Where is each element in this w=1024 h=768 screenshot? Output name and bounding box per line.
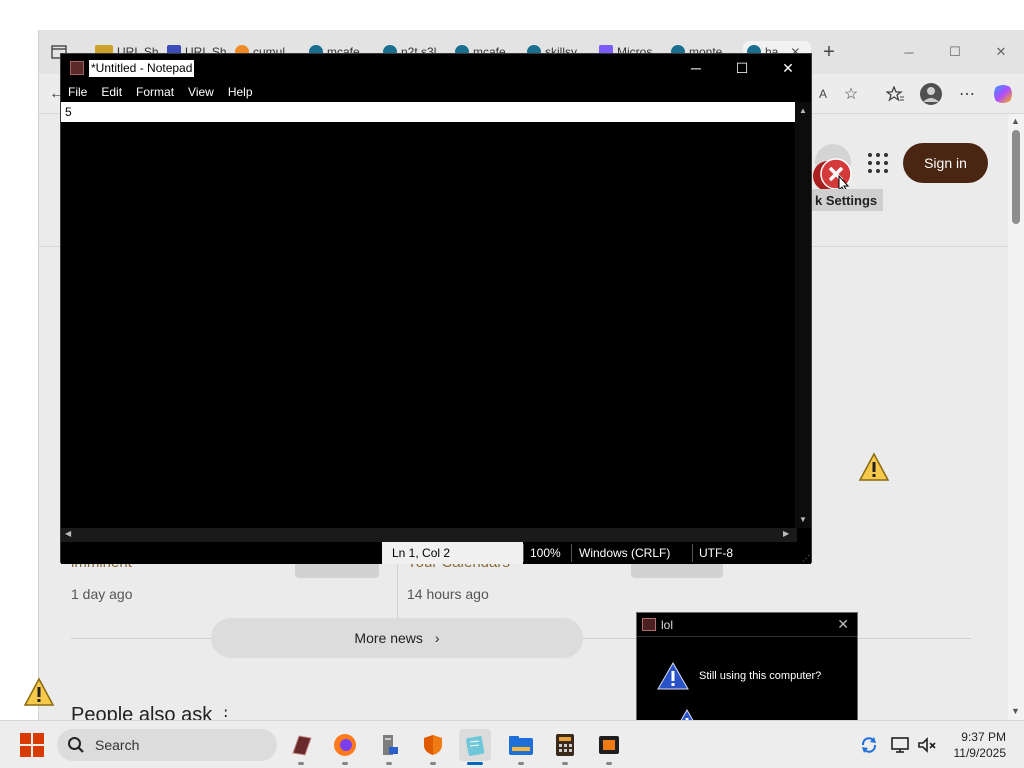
error-x-icon	[813, 158, 852, 193]
favorites-icon[interactable]	[883, 83, 907, 105]
scrollbar-thumb[interactable]	[1012, 130, 1020, 224]
notepad-editor[interactable]	[61, 122, 797, 528]
notepad-menu-bar: File Edit Format View Help	[61, 82, 811, 102]
more-vertical-icon[interactable]: ⋮	[218, 708, 234, 720]
dialog-app-icon	[642, 618, 656, 631]
scroll-up-icon[interactable]: ▲	[1011, 116, 1020, 126]
taskbar-app-server[interactable]	[373, 729, 405, 765]
folder-icon	[509, 736, 533, 755]
notepad-title: *Untitled - Notepad	[89, 60, 195, 77]
scroll-right-icon[interactable]: ▶	[783, 529, 789, 538]
network-icon[interactable]	[890, 735, 910, 755]
taskbar-app-notepad[interactable]	[459, 729, 491, 765]
taskbar-app-firefox[interactable]	[329, 729, 361, 765]
notepad-window-controls: ─ ☐ ✕	[673, 54, 811, 82]
search-icon	[68, 737, 84, 753]
maximize-icon[interactable]: ☐	[932, 38, 978, 66]
shield-icon	[424, 735, 442, 755]
browser-window-controls: ─ ☐ ✕	[886, 38, 1024, 66]
page-scrollbar[interactable]: ▲ ▼	[1008, 114, 1024, 720]
news-divider	[397, 554, 398, 624]
notepad-titlebar[interactable]: *Untitled - Notepad ─ ☐ ✕	[61, 54, 811, 82]
volume-muted-icon[interactable]	[917, 735, 937, 755]
chevron-right-icon: ›	[434, 630, 440, 646]
office-app-icon	[599, 736, 619, 754]
profile-avatar-icon[interactable]	[919, 83, 943, 105]
clock-time: 9:37 PM	[961, 730, 1006, 744]
settings-tooltip: k Settings	[809, 189, 884, 211]
close-icon[interactable]: ✕	[837, 616, 849, 633]
news-timestamp: 1 day ago	[71, 586, 133, 602]
scroll-up-icon[interactable]: ▲	[799, 106, 807, 115]
taskbar-app-file-explorer[interactable]	[505, 729, 537, 765]
menu-file[interactable]: File	[61, 82, 94, 102]
copilot-icon[interactable]	[991, 83, 1015, 105]
maximize-icon[interactable]: ☐	[719, 54, 765, 82]
more-news-label: More news	[354, 630, 423, 646]
encoding: UTF-8	[699, 546, 733, 560]
dialog-title: lol	[661, 618, 674, 632]
server-icon	[383, 735, 398, 755]
minimize-icon[interactable]: ─	[886, 38, 932, 66]
start-windows-icon[interactable]	[20, 733, 44, 757]
notepad-horizontal-scrollbar[interactable]: ◀ ▶	[61, 528, 797, 542]
warning-icon	[858, 452, 890, 481]
news-timestamp: 14 hours ago	[407, 586, 489, 602]
taskbar: Search 9:37 PM 11/9/2025	[0, 720, 1024, 768]
read-aloud-icon[interactable]: A	[811, 83, 835, 105]
favorite-star-icon[interactable]: ☆	[839, 83, 863, 105]
search-label: Search	[95, 737, 140, 753]
more-news-button[interactable]: More news ›	[211, 618, 583, 658]
menu-view[interactable]: View	[181, 82, 221, 102]
taskbar-app-calculator[interactable]	[549, 729, 581, 765]
firefox-icon	[334, 734, 356, 756]
people-also-ask-heading: People also ask ⋮	[71, 704, 234, 720]
taskbar-app-office[interactable]	[593, 729, 625, 765]
dialog-titlebar[interactable]: lol ✕	[637, 613, 857, 637]
warning-icon	[657, 662, 689, 690]
menu-format[interactable]: Format	[129, 82, 181, 102]
notepad-text-line[interactable]: 5	[61, 102, 797, 122]
warning-icon	[23, 677, 55, 706]
taskbar-app-shield[interactable]	[417, 729, 449, 765]
clock-date: 11/9/2025	[953, 746, 1007, 760]
scroll-down-icon[interactable]: ▼	[799, 515, 807, 524]
people-also-ask-label: People also ask	[71, 704, 213, 720]
taskbar-app-book[interactable]	[285, 729, 317, 765]
apps-grid-icon[interactable]	[868, 153, 888, 173]
line-ending: Windows (CRLF)	[579, 546, 671, 560]
more-options-icon[interactable]: ⋯	[955, 83, 979, 105]
close-icon[interactable]: ✕	[765, 54, 811, 82]
system-clock[interactable]: 9:37 PM 11/9/2025	[954, 729, 1007, 761]
dialog-message: Still using this computer?	[699, 670, 822, 682]
notepad-window: *Untitled - Notepad ─ ☐ ✕ File Edit Form…	[60, 53, 812, 564]
sync-icon[interactable]	[859, 735, 879, 755]
menu-help[interactable]: Help	[221, 82, 260, 102]
minimize-icon[interactable]: ─	[673, 54, 719, 82]
zoom-level: 100%	[530, 546, 561, 560]
notepad-status-bar: Ln 1, Col 2 100% Windows (CRLF) UTF-8 ⋰	[61, 542, 811, 564]
notepad-vertical-scrollbar[interactable]: ▲ ▼	[795, 102, 811, 528]
resize-grip-icon[interactable]: ⋰	[802, 554, 810, 563]
cursor-position: Ln 1, Col 2	[382, 542, 523, 564]
notepad-app-icon	[70, 61, 84, 75]
calculator-icon	[556, 734, 574, 756]
new-tab-button[interactable]: +	[817, 41, 841, 63]
scroll-down-icon[interactable]: ▼	[1011, 706, 1020, 716]
menu-edit[interactable]: Edit	[94, 82, 129, 102]
notepad-icon	[466, 736, 485, 756]
close-icon[interactable]: ✕	[978, 38, 1024, 66]
book-app-icon	[292, 735, 312, 756]
scroll-left-icon[interactable]: ◀	[65, 529, 71, 538]
sign-in-button[interactable]: Sign in	[903, 143, 988, 183]
taskbar-search[interactable]: Search	[57, 729, 277, 761]
